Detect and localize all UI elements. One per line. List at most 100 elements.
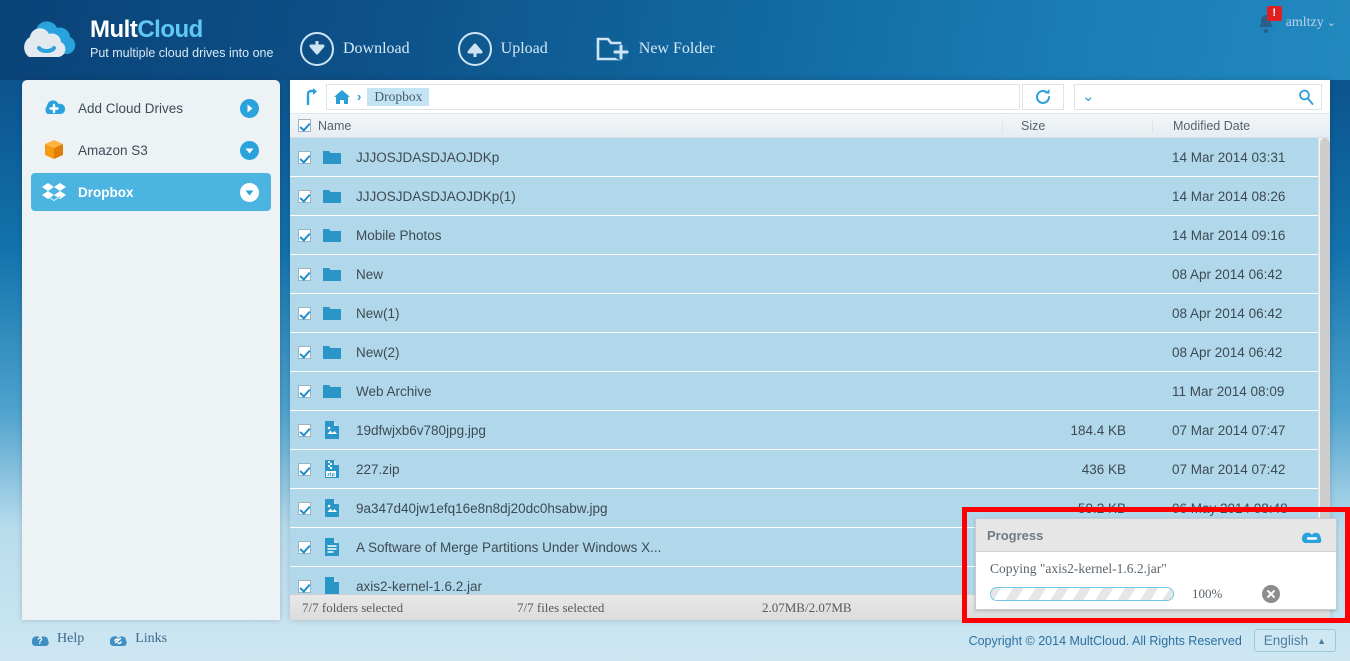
breadcrumb-current[interactable]: Dropbox	[367, 88, 429, 106]
download-button[interactable]: Download	[300, 32, 410, 66]
svg-text:?: ?	[37, 636, 43, 646]
row-name-cell: 9a347d40jw1efq16e8n8dj20dc0hsabw.jpg	[318, 498, 1002, 518]
row-name-cell: New	[318, 264, 1002, 284]
sidebar-item-label: Add Cloud Drives	[78, 101, 183, 116]
row-date-cell: 14 Mar 2014 08:26	[1152, 189, 1330, 204]
search-icon[interactable]	[1298, 89, 1314, 105]
column-header-date[interactable]: Modified Date	[1152, 119, 1330, 133]
upload-label: Upload	[501, 40, 548, 58]
row-date-cell: 08 Apr 2014 06:42	[1152, 306, 1330, 321]
user-menu[interactable]: amltzy⌄	[1286, 15, 1336, 31]
row-size-cell: 436 KB	[1002, 462, 1152, 477]
chevron-right-icon[interactable]	[240, 99, 259, 118]
progress-dialog-header: Progress	[976, 519, 1336, 552]
row-name-label: New(2)	[356, 345, 400, 360]
row-date-cell: 07 Mar 2014 07:42	[1152, 462, 1330, 477]
table-row[interactable]: JJJOSJDASDJAOJDKp 14 Mar 2014 03:31	[290, 138, 1330, 177]
progress-dialog-title: Progress	[987, 528, 1043, 543]
notification-bell-icon[interactable]: !	[1256, 12, 1276, 34]
cloud-minimize-icon[interactable]	[1299, 527, 1325, 544]
app-header: MultCloud Put multiple cloud drives into…	[0, 0, 1350, 80]
sidebar-item-amazon-s3[interactable]: Amazon S3	[31, 131, 271, 169]
image-file-icon	[322, 498, 342, 518]
refresh-button[interactable]	[1022, 84, 1064, 110]
logo-text-cloud: Cloud	[137, 16, 202, 43]
sidebar-item-label: Amazon S3	[78, 143, 148, 158]
chevron-down-icon[interactable]	[240, 141, 259, 160]
row-checkbox[interactable]	[298, 385, 311, 398]
sidebar: Add Cloud Drives Amazon S3 Dropbox	[22, 80, 280, 620]
navigation-bar: › Dropbox ⌄	[290, 80, 1330, 114]
logo-text: MultCloud	[90, 17, 273, 43]
folder-icon	[322, 147, 342, 167]
chevron-down-icon[interactable]	[240, 183, 259, 202]
new-folder-button[interactable]: New Folder	[596, 34, 715, 64]
table-row[interactable]: New(1) 08 Apr 2014 06:42	[290, 294, 1330, 333]
column-header-size[interactable]: Size	[1002, 119, 1152, 133]
download-circle-icon	[300, 32, 334, 66]
search-input[interactable]	[1103, 90, 1298, 104]
select-all-checkbox[interactable]	[298, 119, 311, 132]
row-checkbox[interactable]	[298, 424, 311, 437]
row-name-cell: New(1)	[318, 303, 1002, 323]
table-row[interactable]: Web Archive11 Mar 2014 08:09	[290, 372, 1330, 411]
sidebar-item-add-cloud-drives[interactable]: Add Cloud Drives	[31, 89, 271, 127]
cancel-x-icon[interactable]	[1262, 585, 1280, 603]
logo[interactable]: MultCloud Put multiple cloud drives into…	[18, 17, 273, 63]
scrollbar-thumb[interactable]	[1320, 138, 1330, 524]
row-name-cell: JJJOSJDASDJAOJDKp	[318, 147, 1002, 167]
row-name-cell: Web Archive	[318, 381, 1002, 401]
row-checkbox[interactable]	[298, 580, 311, 593]
table-row[interactable]: New(2) 08 Apr 2014 06:42	[290, 333, 1330, 372]
progress-dialog: Progress Copying "axis2-kernel-1.6.2.jar…	[975, 518, 1337, 610]
folder-icon	[322, 342, 342, 362]
sidebar-item-dropbox[interactable]: Dropbox	[31, 173, 271, 211]
help-link[interactable]: ? Help	[30, 631, 84, 647]
chevron-down-icon[interactable]: ⌄	[1082, 92, 1095, 102]
add-cloud-icon	[41, 95, 67, 121]
row-date-cell: 14 Mar 2014 03:31	[1152, 150, 1330, 165]
home-icon[interactable]	[333, 89, 351, 105]
table-row[interactable]: New08 Apr 2014 06:42	[290, 255, 1330, 294]
chevron-down-icon: ⌄	[1327, 17, 1336, 29]
row-checkbox-cell	[290, 580, 318, 593]
logo-tagline: Put multiple cloud drives into one	[90, 46, 273, 60]
search-box: ⌄	[1074, 84, 1322, 110]
row-checkbox[interactable]	[298, 151, 311, 164]
row-checkbox[interactable]	[298, 268, 311, 281]
row-name-cell: New(2)	[318, 342, 1002, 362]
progress-bar	[990, 587, 1174, 601]
up-level-button[interactable]	[290, 88, 326, 106]
app-footer: ? Help Links Copyright © 2014 MultCloud.…	[0, 620, 1350, 661]
notification-badge: !	[1267, 6, 1282, 21]
row-checkbox[interactable]	[298, 190, 311, 203]
generic-file-icon	[322, 576, 342, 594]
row-date-cell: 08 Apr 2014 06:42	[1152, 345, 1330, 360]
row-checkbox[interactable]	[298, 346, 311, 359]
multcloud-logo-icon	[18, 17, 80, 63]
row-checkbox[interactable]	[298, 502, 311, 515]
row-checkbox[interactable]	[298, 463, 311, 476]
dropbox-icon	[41, 179, 67, 205]
row-checkbox-cell	[290, 151, 318, 164]
table-row[interactable]: JJJOSJDASDJAOJDKp(1)14 Mar 2014 08:26	[290, 177, 1330, 216]
column-header-name[interactable]: Name	[318, 119, 1002, 133]
breadcrumb-separator: ›	[357, 89, 361, 104]
folder-icon	[322, 381, 342, 401]
row-date-cell: 14 Mar 2014 09:16	[1152, 228, 1330, 243]
row-name-label: 9a347d40jw1efq16e8n8dj20dc0hsabw.jpg	[356, 501, 607, 516]
upload-circle-icon	[458, 32, 492, 66]
row-checkbox[interactable]	[298, 229, 311, 242]
table-row[interactable]: 19dfwjxb6v780jpg.jpg184.4 KB07 Mar 2014 …	[290, 411, 1330, 450]
table-row[interactable]: Mobile Photos14 Mar 2014 09:16	[290, 216, 1330, 255]
svg-text:zip: zip	[327, 472, 335, 478]
row-name-label: axis2-kernel-1.6.2.jar	[356, 579, 482, 594]
row-checkbox[interactable]	[298, 307, 311, 320]
language-selector[interactable]: English ▲	[1254, 629, 1336, 652]
row-name-cell: axis2-kernel-1.6.2.jar	[318, 576, 1002, 594]
row-checkbox-cell	[290, 385, 318, 398]
upload-button[interactable]: Upload	[458, 32, 548, 66]
links-link[interactable]: Links	[108, 631, 167, 647]
row-checkbox[interactable]	[298, 541, 311, 554]
table-row[interactable]: zip227.zip436 KB07 Mar 2014 07:42	[290, 450, 1330, 489]
